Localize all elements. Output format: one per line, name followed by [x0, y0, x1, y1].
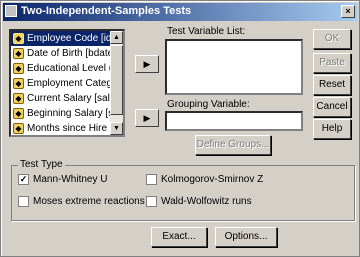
test-variable-list[interactable]: [165, 39, 303, 95]
wald-wolfowitz-checkbox[interactable]: Wald-Wolfowitz runs: [146, 196, 252, 207]
kolmogorov-smirnov-checkbox[interactable]: Kolmogorov-Smirnov Z: [146, 174, 263, 185]
ruler-icon: ◆: [13, 48, 24, 59]
variable-label: Date of Birth [bdate]: [27, 48, 111, 59]
wald-label: Wald-Wolfowitz runs: [161, 196, 252, 207]
list-scrollbar[interactable]: ▲ ▼: [110, 31, 123, 135]
variable-list-item[interactable]: ◆Previous Experienc: [11, 136, 111, 137]
variable-list-item[interactable]: ◆ Date of Birth [bdate]: [11, 46, 111, 61]
move-to-test-list-button[interactable]: ▶: [135, 55, 159, 73]
source-variable-list[interactable]: ◆ Employee Code [id] ◆ Date of Birth [bdate…: [9, 29, 125, 137]
paste-button[interactable]: Paste: [313, 53, 351, 73]
mann-whitney-check-icon: ✓: [18, 174, 29, 185]
close-button[interactable]: ×: [341, 5, 355, 18]
mann-whitney-checkbox[interactable]: ✓ Mann-Whitney U: [18, 174, 107, 185]
test-type-group: Test Type ✓ Mann-Whitney U Moses extreme …: [11, 159, 355, 221]
variable-label: Beginning Salary [s: [27, 108, 111, 119]
wald-check-box: [146, 196, 157, 207]
test-type-title: Test Type: [18, 159, 65, 170]
dialog-window: Two-Independent-Samples Tests × ◆ Employe…: [0, 0, 360, 257]
app-icon: [5, 5, 17, 17]
variable-label: Employment Catego: [27, 78, 111, 89]
moses-check-box: [18, 196, 29, 207]
kolmogorov-check-box: [146, 174, 157, 185]
moses-label: Moses extreme reactions: [33, 196, 145, 207]
variable-list-item[interactable]: ◆ Educational Level (: [11, 61, 111, 76]
variable-label: Months since Hire [: [27, 123, 111, 134]
variable-list-item[interactable]: ◆ Employment Catego: [11, 76, 111, 91]
grouping-variable-field[interactable]: [165, 111, 303, 131]
test-variable-list-label: Test Variable List:: [167, 26, 246, 37]
scroll-down-button[interactable]: ▼: [110, 122, 123, 135]
variable-list-item[interactable]: ◆ Beginning Salary [s: [11, 106, 111, 121]
title-bar[interactable]: Two-Independent-Samples Tests ×: [3, 3, 357, 21]
variable-label: Educational Level (: [27, 63, 111, 74]
define-groups-button[interactable]: Define Groups...: [195, 135, 271, 155]
move-to-grouping-button[interactable]: ▶: [135, 109, 159, 127]
scroll-thumb[interactable]: [110, 45, 123, 115]
window-title: Two-Independent-Samples Tests: [21, 5, 192, 17]
variable-label: Current Salary [sala: [27, 93, 111, 104]
variable-list-item[interactable]: ◆ Employee Code [id]: [11, 31, 111, 46]
ruler-icon: ◆: [13, 108, 24, 119]
variable-label: Employee Code [id]: [27, 33, 111, 44]
mann-whitney-label: Mann-Whitney U: [33, 174, 108, 185]
moses-checkbox[interactable]: Moses extreme reactions: [18, 196, 145, 207]
grouping-variable-label: Grouping Variable:: [167, 99, 250, 110]
options-button[interactable]: Options...: [215, 227, 277, 247]
reset-button[interactable]: Reset: [313, 75, 351, 95]
exact-button[interactable]: Exact...: [151, 227, 207, 247]
ruler-icon: ◆: [13, 63, 24, 74]
scroll-up-button[interactable]: ▲: [110, 31, 123, 44]
help-button[interactable]: Help: [313, 119, 351, 139]
variable-items: ◆ Employee Code [id] ◆ Date of Birth [bdate…: [11, 31, 111, 137]
ruler-icon: ◆: [13, 78, 24, 89]
cancel-button[interactable]: Cancel: [313, 97, 351, 117]
ruler-icon: ◆: [13, 123, 24, 134]
ruler-icon: ◆: [13, 93, 24, 104]
variable-list-item[interactable]: ◆ Current Salary [sala: [11, 91, 111, 106]
kolmogorov-label: Kolmogorov-Smirnov Z: [161, 174, 264, 185]
ok-button[interactable]: OK: [313, 29, 351, 49]
ruler-icon: ◆: [13, 33, 24, 44]
variable-list-item[interactable]: ◆ Months since Hire [: [11, 121, 111, 135]
